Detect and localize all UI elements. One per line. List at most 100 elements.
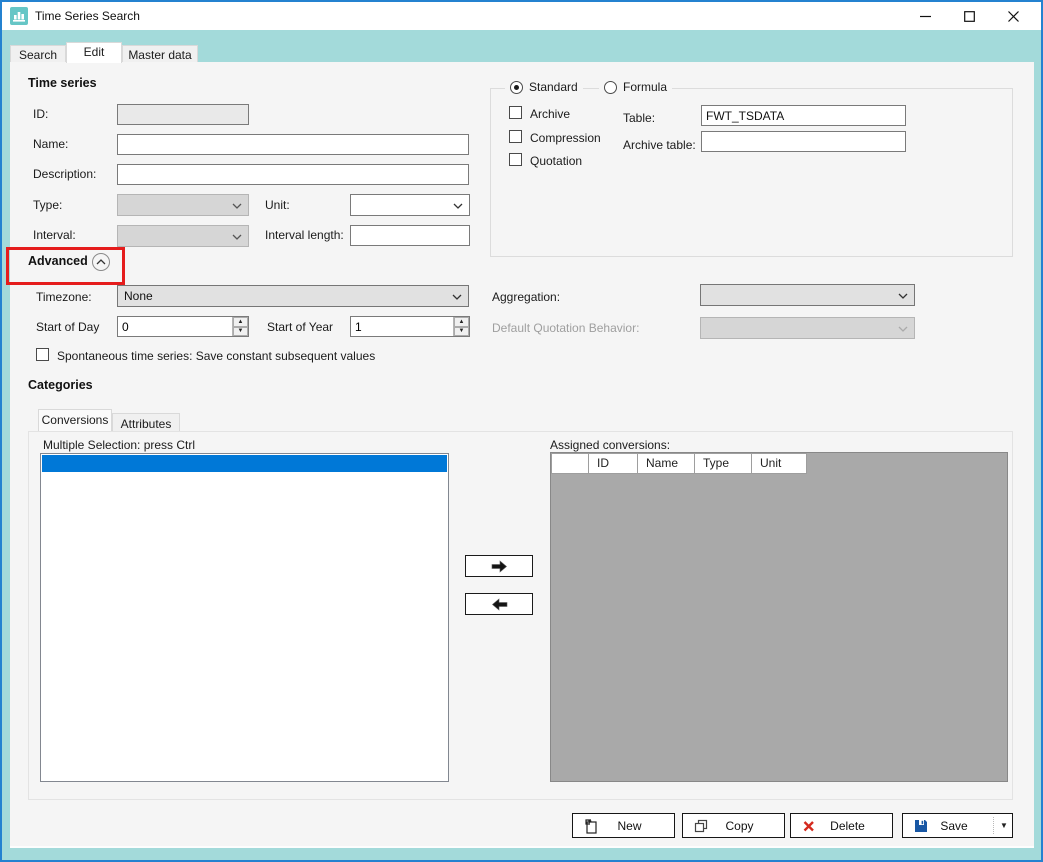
conversions-listbox[interactable] — [40, 453, 449, 782]
start-of-day-field[interactable] — [118, 317, 232, 336]
name-field[interactable] — [117, 134, 469, 155]
type-dropdown — [117, 194, 249, 216]
close-icon — [1008, 11, 1019, 22]
tab-conversions[interactable]: Conversions — [38, 409, 112, 431]
column-header-id[interactable]: ID — [588, 453, 638, 474]
chevron-up-icon — [96, 259, 106, 265]
chevron-down-icon — [232, 234, 242, 240]
compression-checkbox[interactable] — [509, 130, 522, 143]
spinner-down-icon[interactable]: ▼ — [454, 327, 469, 337]
maximize-button[interactable] — [947, 2, 991, 30]
table-label: Table: — [623, 111, 655, 125]
minimize-button[interactable] — [903, 2, 947, 30]
unassign-conversion-button[interactable] — [465, 593, 533, 615]
start-of-day-label: Start of Day — [36, 320, 99, 334]
interval-label: Interval: — [33, 228, 76, 242]
default-quotation-behavior-dropdown — [700, 317, 915, 339]
categories-section-title: Categories — [28, 378, 93, 392]
formula-radio-option[interactable]: Formula — [599, 80, 672, 94]
start-of-year-label: Start of Year — [267, 320, 333, 334]
default-quotation-behavior-label: Default Quotation Behavior: — [492, 321, 639, 335]
spontaneous-checkbox-label: Spontaneous time series: Save constant s… — [57, 349, 375, 363]
compression-checkbox-label: Compression — [530, 131, 601, 145]
quotation-checkbox[interactable] — [509, 153, 522, 166]
start-of-year-stepper[interactable]: ▲ ▼ — [350, 316, 470, 337]
multiple-selection-hint: Multiple Selection: press Ctrl — [43, 438, 195, 452]
save-menu-arrow-icon[interactable]: ▼ — [996, 821, 1012, 830]
column-header-selector[interactable] — [551, 453, 589, 474]
tab-search[interactable]: Search — [10, 45, 66, 63]
spinner-down-icon[interactable]: ▼ — [233, 327, 248, 337]
start-of-day-stepper[interactable]: ▲ ▼ — [117, 316, 249, 337]
description-label: Description: — [33, 167, 96, 181]
table-header-row: ID Name Type Unit — [551, 453, 1007, 474]
tab-master-data[interactable]: Master data — [122, 45, 198, 63]
tab-edit[interactable]: Edit — [66, 42, 122, 63]
minimize-icon — [920, 11, 931, 22]
chevron-down-icon — [232, 203, 242, 209]
interval-dropdown — [117, 225, 249, 247]
selected-list-item[interactable] — [42, 455, 447, 472]
spinner-up-icon[interactable]: ▲ — [233, 317, 248, 327]
chevron-down-icon — [898, 326, 908, 332]
copy-icon — [693, 818, 709, 834]
name-label: Name: — [33, 137, 68, 151]
unit-label: Unit: — [265, 198, 290, 212]
column-header-type[interactable]: Type — [694, 453, 752, 474]
aggregation-label: Aggregation: — [492, 290, 560, 304]
aggregation-dropdown[interactable] — [700, 284, 915, 306]
archive-checkbox[interactable] — [509, 106, 522, 119]
new-document-icon — [583, 818, 599, 834]
assigned-conversions-table[interactable]: ID Name Type Unit — [550, 452, 1008, 782]
maximize-icon — [964, 11, 975, 22]
spinner-up-icon[interactable]: ▲ — [454, 317, 469, 327]
copy-button[interactable]: Copy — [682, 813, 785, 838]
timezone-dropdown[interactable]: None — [117, 285, 469, 307]
advanced-section-title: Advanced — [28, 254, 88, 268]
id-field — [117, 104, 249, 125]
save-floppy-icon — [913, 818, 929, 834]
window-title: Time Series Search — [35, 9, 140, 23]
standard-radio[interactable] — [510, 81, 523, 94]
table-field[interactable] — [701, 105, 906, 126]
delete-button[interactable]: Delete — [790, 813, 893, 838]
save-split-divider — [993, 817, 994, 834]
archive-table-label: Archive table: — [623, 138, 696, 152]
window-controls — [903, 2, 1035, 30]
chevron-down-icon — [453, 203, 463, 209]
time-series-section-title: Time series — [28, 76, 97, 90]
quotation-checkbox-label: Quotation — [530, 154, 582, 168]
timezone-label: Timezone: — [36, 290, 92, 304]
archive-table-field[interactable] — [701, 131, 906, 152]
interval-length-label: Interval length: — [265, 228, 344, 242]
column-header-name[interactable]: Name — [637, 453, 695, 474]
standard-radio-option[interactable]: Standard — [505, 80, 583, 94]
app-window: Time Series Search Search Edit Master da… — [0, 0, 1043, 862]
id-label: ID: — [33, 107, 48, 121]
app-icon — [10, 7, 28, 25]
description-field[interactable] — [117, 164, 469, 185]
assign-conversion-button[interactable] — [465, 555, 533, 577]
spontaneous-checkbox[interactable] — [36, 348, 49, 361]
archive-checkbox-label: Archive — [530, 107, 570, 121]
start-of-year-field[interactable] — [351, 317, 453, 336]
column-header-unit[interactable]: Unit — [751, 453, 807, 474]
chevron-down-icon — [898, 293, 908, 299]
formula-radio-label: Formula — [623, 80, 667, 94]
assigned-conversions-label: Assigned conversions: — [550, 438, 670, 452]
arrow-right-icon — [491, 560, 508, 573]
standard-radio-label: Standard — [529, 80, 578, 94]
chevron-down-icon — [452, 294, 462, 300]
new-button[interactable]: New — [572, 813, 675, 838]
arrow-left-icon — [491, 598, 508, 611]
save-button[interactable]: Save ▼ — [902, 813, 1013, 838]
collapse-advanced-button[interactable] — [92, 253, 110, 271]
interval-length-field[interactable] — [350, 225, 470, 246]
edit-tab-page: Time series ID: Name: Description: Type:… — [10, 62, 1034, 848]
title-bar: Time Series Search — [2, 2, 1041, 30]
unit-dropdown[interactable] — [350, 194, 470, 216]
close-button[interactable] — [991, 2, 1035, 30]
type-label: Type: — [33, 198, 62, 212]
tab-attributes[interactable]: Attributes — [112, 413, 180, 431]
formula-radio[interactable] — [604, 81, 617, 94]
